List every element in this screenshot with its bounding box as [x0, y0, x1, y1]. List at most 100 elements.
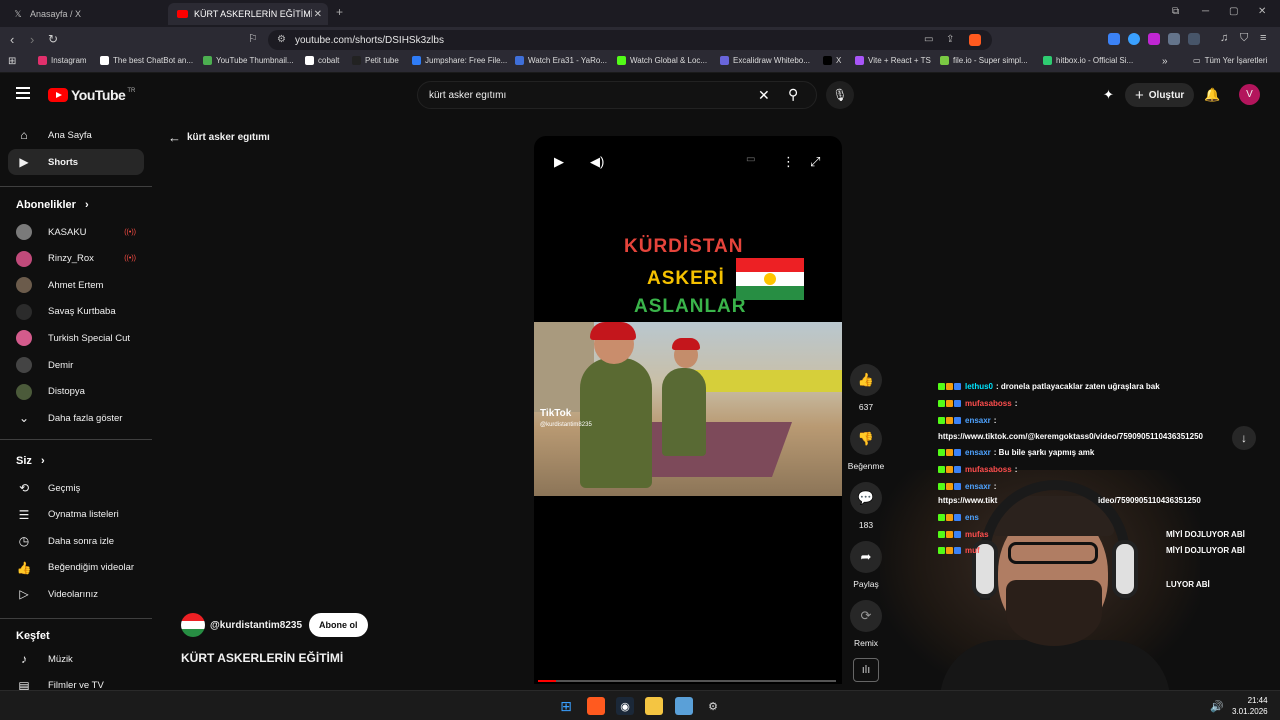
search-input[interactable]: kürt asker egıtımı [429, 90, 506, 101]
sidebar-you-item[interactable]: 👍 Beğendiğim videolar [8, 555, 144, 581]
bookmarks-folder[interactable]: ▭ Tüm Yer İşaretleri [1193, 56, 1267, 65]
channel-avatar[interactable] [181, 613, 205, 637]
account-avatar[interactable]: V [1239, 84, 1260, 105]
sidebar-subscription-item[interactable]: Turkish Special Cut [8, 325, 144, 351]
you-heading[interactable]: Siz › [16, 455, 45, 467]
play-icon[interactable]: ▶ [554, 154, 564, 170]
speaker-icon[interactable]: 🔊 [1208, 697, 1226, 715]
sidebar-you-item[interactable]: ▷ Videolarınız [8, 581, 144, 607]
sidebar-you-item[interactable]: ◷ Daha sonra izle [8, 528, 144, 554]
bookmark-item[interactable]: Jumpshare: Free File... [412, 56, 507, 65]
bookmark-item[interactable]: Petit tube [352, 56, 399, 65]
bookmark-icon[interactable]: ⚐ [248, 32, 258, 45]
reload-icon[interactable]: ↻ [48, 32, 58, 46]
bookmark-item[interactable]: Watch Global & Loc... [617, 56, 707, 65]
bookmark-item[interactable]: Vite + React + TS [855, 56, 931, 65]
address-bar[interactable]: ⚙ youtube.com/shorts/DSIHSk3zlbs ▭ ⇪ [268, 30, 992, 50]
sidebar-subscription-item[interactable]: Distopya [8, 379, 144, 405]
chat-username: ens [965, 513, 979, 522]
sidebar-you-item[interactable]: ⟲ Geçmiş [8, 475, 144, 501]
sidebar-item-label: Müzik [48, 653, 73, 665]
shorts-video-player[interactable]: ▶ ◀) ▭ ⋮ ⤢ KÜRDİSTAN ASKERİ ASLANLAR Tik… [534, 136, 842, 684]
bookmark-item[interactable]: X [823, 56, 841, 65]
extension-icon[interactable] [1128, 33, 1140, 45]
bookmark-label: Vite + React + TS [868, 56, 931, 65]
subscribe-button[interactable]: Abone ol [309, 613, 368, 637]
search-box[interactable]: kürt asker egıtımı ✕ ⚲ [417, 81, 817, 109]
bookmark-item[interactable]: Instagram [38, 56, 87, 65]
subscriptions-heading[interactable]: Abonelikler › [16, 199, 89, 211]
minimize-icon[interactable]: ─ [1202, 6, 1209, 17]
steam-icon[interactable]: ◉ [616, 697, 634, 715]
share-page-icon[interactable]: ⇪ [946, 34, 954, 45]
extension-icon[interactable] [1148, 33, 1160, 45]
show-more-button[interactable]: ⌄ Daha fazla göster [8, 405, 144, 431]
more-options-icon[interactable]: ⋮ [782, 154, 795, 170]
sidebar-you-item[interactable]: ☰ Oynatma listeleri [8, 502, 144, 528]
create-button[interactable]: + Oluştur [1125, 83, 1195, 107]
sidebar-explore-item[interactable]: ♪ Müzik [8, 646, 144, 672]
clear-search-icon[interactable]: ✕ [758, 87, 770, 104]
bookmark-item[interactable]: Excalidraw Whitebo... [720, 56, 810, 65]
extensions-icon[interactable]: ⧉ [1172, 6, 1179, 17]
sidebar-subscription-item[interactable]: Rinzy_Rox ((•)) [8, 246, 144, 272]
voice-search-button[interactable]: 🎙 [826, 81, 854, 109]
bookmark-item[interactable]: Watch Era31 - YaRo... [515, 56, 607, 65]
brave-shield-icon[interactable] [969, 34, 981, 46]
volume-icon[interactable]: ◀) [590, 154, 604, 170]
notifications-bell-icon[interactable]: 🔔 [1204, 87, 1220, 103]
file-explorer-icon[interactable] [645, 697, 663, 715]
brave-browser-icon[interactable] [587, 697, 605, 715]
extension-icon[interactable] [1188, 33, 1200, 45]
audio-wave-icon[interactable]: ılı [853, 658, 879, 682]
bookmark-item[interactable]: The best ChatBot an... [100, 56, 193, 65]
cast-icon[interactable]: ▭ [924, 34, 933, 45]
settings-gear-icon[interactable]: ⚙ [704, 697, 722, 715]
sidebar-item-home[interactable]: ⌂ Ana Sayfa [8, 122, 144, 148]
channel-name[interactable]: @kurdistantim8235 [210, 620, 302, 631]
video-progress-bar[interactable] [538, 680, 836, 682]
bookmark-item[interactable]: hitbox.io - Official Si... [1043, 56, 1133, 65]
maximize-icon[interactable]: ▢ [1229, 6, 1238, 17]
captions-icon[interactable]: ▭ [746, 154, 755, 165]
youtube-logo[interactable]: YouTube TR [48, 87, 135, 103]
menu-icon[interactable]: ≡ [1260, 32, 1266, 44]
bookmark-label: Excalidraw Whitebo... [733, 56, 810, 65]
back-to-search-button[interactable]: ← kürt asker egıtımı [168, 130, 270, 145]
close-window-icon[interactable]: ✕ [1258, 6, 1266, 17]
music-icon[interactable]: ♫ [1220, 32, 1228, 44]
channel-avatar [16, 357, 32, 373]
playlist-icon: ☰ [18, 507, 30, 522]
fullscreen-icon[interactable]: ⤢ [810, 154, 820, 170]
apps-icon[interactable]: ⊞ [8, 56, 16, 67]
extension-icon[interactable] [1108, 33, 1120, 45]
site-info-icon[interactable]: ⚙ [277, 34, 286, 45]
system-clock[interactable]: 21:44 3.01.2026 [1232, 695, 1268, 717]
scroll-down-button[interactable]: ↓ [1232, 426, 1256, 450]
more-bookmarks-icon[interactable]: » [1162, 56, 1168, 67]
tab-youtube[interactable]: KÜRT ASKERLERİN EĞİTİMİ - You ✕ [168, 3, 328, 25]
bookmark-item[interactable]: YouTube Thumbnail... [203, 56, 294, 65]
photos-icon[interactable] [675, 697, 693, 715]
sidebar-subscription-item[interactable]: KASAKU ((•)) [8, 219, 144, 245]
bookmark-item[interactable]: cobalt [305, 56, 339, 65]
extension-icon[interactable] [1168, 33, 1180, 45]
like-button[interactable]: 👍 637 [846, 364, 886, 412]
hamburger-menu-icon[interactable] [16, 87, 30, 102]
dislike-button[interactable]: 👎 Beğenme [846, 423, 886, 471]
new-tab-button[interactable]: + [336, 5, 343, 19]
windows-start-icon[interactable]: ⊞ [557, 697, 575, 715]
sidebar-subscription-item[interactable]: Savaş Kurtbaba [8, 299, 144, 325]
create-effects-icon[interactable]: ✦ [1103, 87, 1114, 103]
forward-icon[interactable]: › [30, 32, 34, 47]
sidebar-item-label: Ana Sayfa [48, 129, 92, 141]
sidebar-subscription-item[interactable]: Ahmet Ertem [8, 272, 144, 298]
tab-x[interactable]: 𝕏 Anasayfa / X [4, 3, 164, 25]
sidebar-item-shorts[interactable]: ▶ Shorts [8, 149, 144, 175]
back-icon[interactable]: ‹ [10, 32, 14, 47]
bookmark-item[interactable]: file.io - Super simpl... [940, 56, 1028, 65]
sidebar-subscription-item[interactable]: Demir [8, 352, 144, 378]
search-icon[interactable]: ⚲ [788, 86, 798, 103]
vpn-icon[interactable]: ⛉ [1240, 32, 1248, 45]
close-icon[interactable]: ✕ [314, 9, 322, 20]
